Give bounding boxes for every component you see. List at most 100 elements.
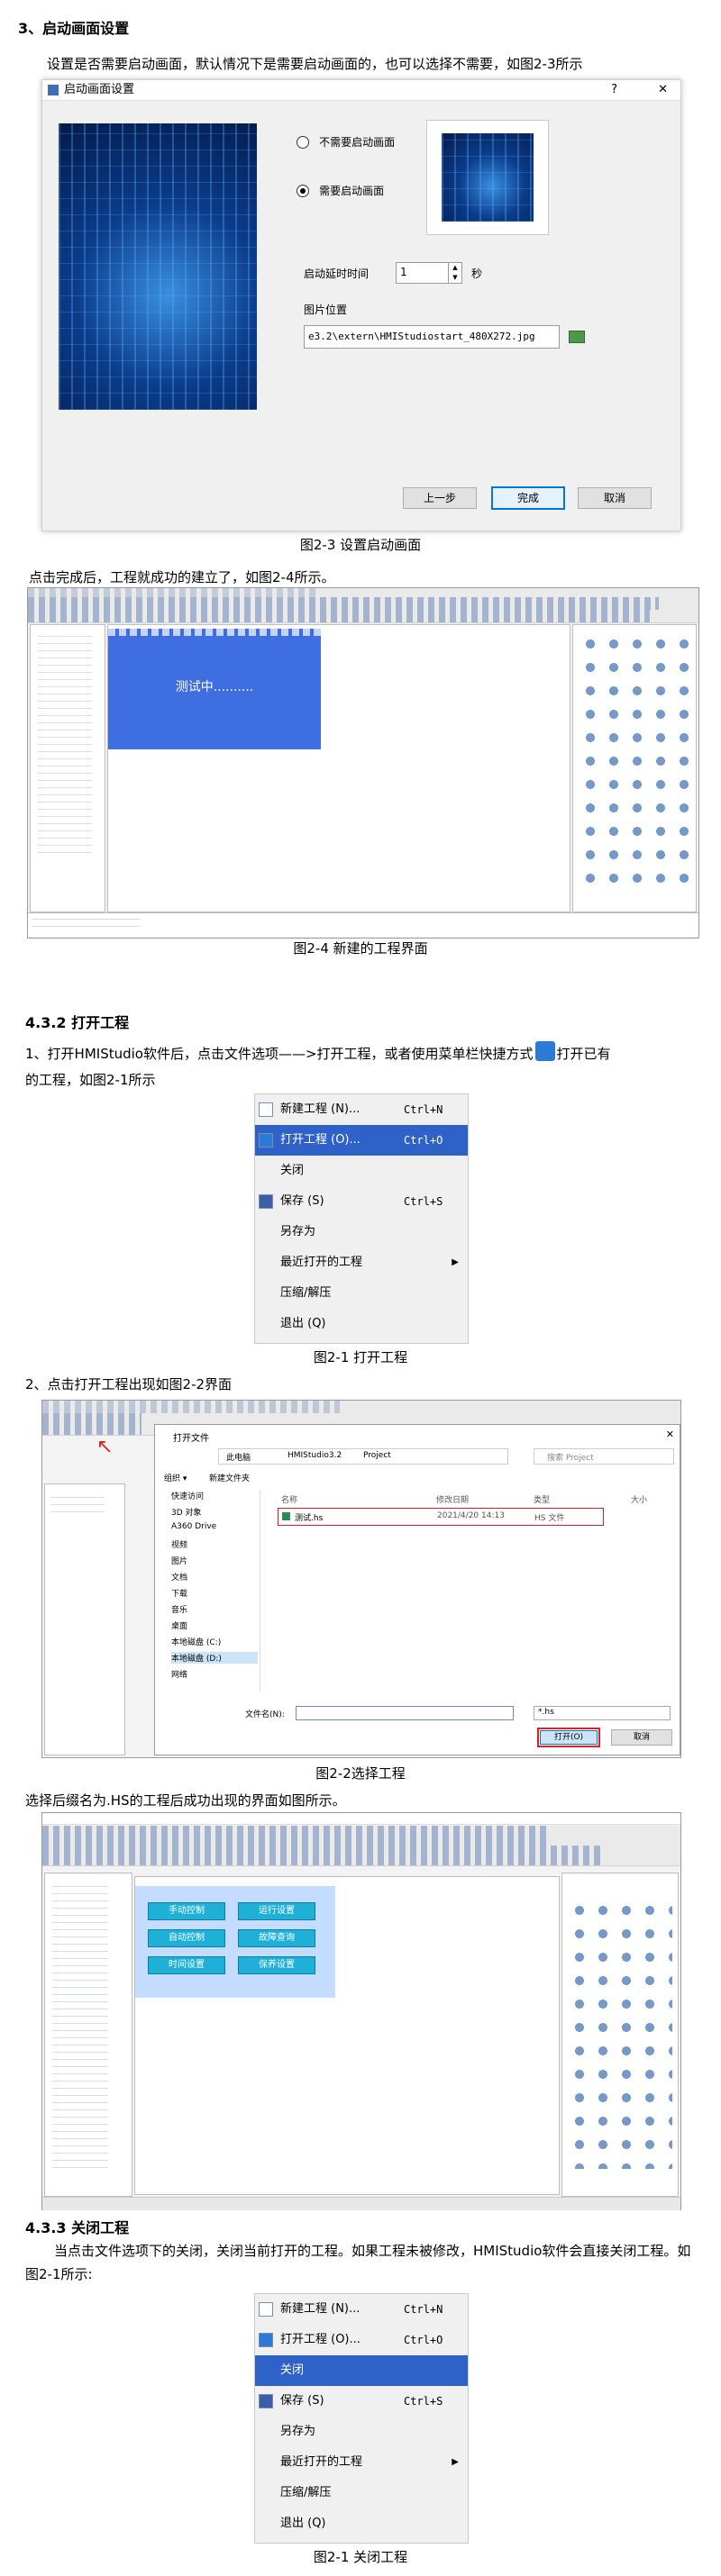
nav-item[interactable]: 桌面 [171,1619,187,1631]
open-step2: 2、点击打开工程出现如图2-2界面 [25,1376,233,1392]
close-menu-item-2[interactable]: 关闭 [255,2355,468,2386]
path-0[interactable]: 此电脑 [226,1451,251,1463]
open-menu-item-3[interactable]: 保存 (S) Ctrl+S [255,1186,468,1217]
menu-item-label: 另存为 [280,2425,316,2438]
menu-item-label: 新建工程 (N)... [280,1102,360,1116]
splash-preview-large [59,123,257,410]
radio-no-icon[interactable] [297,135,309,149]
open-menu-item-5[interactable]: 最近打开的工程 ▶ [255,1247,468,1278]
open-menu-item-0[interactable]: 新建工程 (N)... Ctrl+N [255,1094,468,1125]
toolbox-panel [561,1873,679,2197]
dialog-title: 启动画面设置 [64,83,135,96]
menu-item-shortcut: Ctrl+S [404,2395,443,2408]
caption-fig-2-1-open: 图2-1 打开工程 [313,1349,408,1365]
menu-item-label: 打开工程 (O)... [280,2333,360,2346]
hmi-button[interactable]: 自动控制 [148,1929,225,1947]
nav-item[interactable]: 本地磁盘 (D:) [171,1652,258,1664]
hmi-button[interactable]: 运行设置 [238,1902,315,1920]
nav-item[interactable]: A360 Drive [171,1522,216,1531]
open-menu-item-4[interactable]: 另存为 [255,1217,468,1247]
menu-item-shortcut: Ctrl+S [404,1195,443,1208]
path-2[interactable]: Project [363,1451,391,1460]
close-menu-item-7[interactable]: 退出 (Q) [255,2508,468,2539]
image-location-label: 图片位置 [304,304,348,316]
new-folder-button[interactable]: 新建文件夹 [209,1472,250,1483]
submenu-arrow-icon: ▶ [452,2457,459,2467]
close-icon[interactable]: ✕ [666,1429,674,1440]
filename-label: 文件名(N): [245,1710,285,1719]
toolbox-panel [572,624,697,912]
hmi-button[interactable]: 故障查询 [238,1929,315,1947]
nav-item[interactable]: 下载 [171,1587,187,1599]
hmi-button[interactable]: 时间设置 [148,1956,225,1974]
open-menu-item-6[interactable]: 压缩/解压 [255,1278,468,1309]
nav-item[interactable]: 本地磁盘 (C:) [171,1636,221,1647]
new-file-icon [259,2302,273,2317]
radio-yes-icon[interactable] [297,184,309,197]
filename-input[interactable] [296,1706,514,1720]
image-path-input[interactable]: e3.2\extern\HMIStudiostart_480X272.jpg [304,325,560,349]
finish-button[interactable]: 完成 [491,486,565,510]
menu-item-label: 压缩/解压 [280,1286,332,1300]
nav-item[interactable]: 音乐 [171,1603,187,1615]
cancel-button[interactable]: 取消 [611,1729,672,1746]
radio-no-splash[interactable]: 不需要启动画面 [297,132,395,150]
file-date: 2021/4/20 14:13 [437,1511,505,1520]
spin-arrows-icon[interactable]: ▲ ▼ [448,263,461,283]
col-size[interactable]: 大小 [631,1493,647,1505]
nav-item[interactable]: 3D 对象 [171,1506,202,1518]
address-bar[interactable]: 此电脑 HMIStudio3.2 Project [218,1448,508,1465]
toolbar-2 [42,1846,680,1866]
startup-dialog: 启动画面设置 ? ✕ 不需要启动画面 需要启动画面 启动延时时间 1 ▲ ▼ 秒 … [41,79,681,531]
browse-image-icon[interactable] [569,331,585,343]
help-button[interactable]: ? [611,80,617,100]
path-1[interactable]: HMIStudio3.2 [287,1451,342,1460]
close-menu-item-3[interactable]: 保存 (S) Ctrl+S [255,2386,468,2417]
menu-item-label: 最近打开的工程 [280,2455,363,2469]
nav-item[interactable]: 网络 [171,1668,187,1680]
col-date[interactable]: 修改日期 [436,1493,469,1505]
open-folder-icon [259,2333,273,2347]
new-file-icon [259,1102,273,1117]
nav-item[interactable]: 文档 [171,1571,187,1583]
close-icon[interactable]: ✕ [658,80,668,100]
col-name[interactable]: 名称 [281,1493,297,1505]
hmi-button[interactable]: 保养设置 [238,1956,315,1974]
open-menu-item-2[interactable]: 关闭 [255,1156,468,1186]
menu-item-shortcut: Ctrl+N [404,2303,443,2316]
file-row[interactable]: 测试.hs 2021/4/20 14:13 HS 文件 [278,1508,604,1526]
radio-need-splash[interactable]: 需要启动画面 [297,181,384,198]
open-menu-item-1[interactable]: 打开工程 (O)... Ctrl+O [255,1125,468,1156]
project-tree-panel [44,1483,125,1755]
radio-yes-label: 需要启动画面 [319,185,385,197]
organize-menu[interactable]: 组织 ▾ [164,1472,187,1483]
menu-item-label: 新建工程 (N)... [280,2302,360,2316]
open-button[interactable]: 打开(O) [537,1728,600,1747]
section-heading-close: 4.3.3 关闭工程 [25,2219,130,2236]
nav-item[interactable]: 视频 [171,1538,187,1550]
menu-item-label: 退出 (Q) [280,1317,326,1330]
delay-spinner[interactable]: 1 ▲ ▼ [396,262,462,284]
ide-screenshot-open-dialog: ↖ 打开文件 ✕ 此电脑 HMIStudio3.2 Project 搜索 Pro… [41,1400,681,1758]
filter-select[interactable]: *.hs [534,1706,671,1720]
nav-item[interactable]: 快速访问 [171,1490,204,1501]
status-bar [42,2197,680,2210]
close-menu-item-5[interactable]: 最近打开的工程 ▶ [255,2447,468,2478]
cancel-button[interactable]: 取消 [578,487,652,509]
red-arrow-icon: ↖ [96,1436,114,1458]
caption-fig-2-2: 图2-2选择工程 [315,1765,406,1782]
ide-screenshot-opened: 手动控制 运行设置 自动控制 故障查询 时间设置 保养设置 [41,1812,681,2210]
col-type[interactable]: 类型 [534,1493,550,1505]
open-menu-item-7[interactable]: 退出 (Q) [255,1309,468,1339]
search-input[interactable]: 搜索 Project [534,1448,674,1465]
prev-step-button[interactable]: 上一步 [403,487,477,509]
close-menu-item-4[interactable]: 另存为 [255,2417,468,2447]
menu-item-label: 保存 (S) [280,1194,324,1208]
nav-item[interactable]: 图片 [171,1555,187,1566]
close-menu-item-1[interactable]: 打开工程 (O)... Ctrl+O [255,2325,468,2355]
hmi-button[interactable]: 手动控制 [148,1902,225,1920]
close-menu-item-6[interactable]: 压缩/解压 [255,2478,468,2508]
hmi-screen-preview: 测试中.......... [108,629,321,749]
close-menu-item-0[interactable]: 新建工程 (N)... Ctrl+N [255,2294,468,2325]
file-icon [282,1512,290,1520]
